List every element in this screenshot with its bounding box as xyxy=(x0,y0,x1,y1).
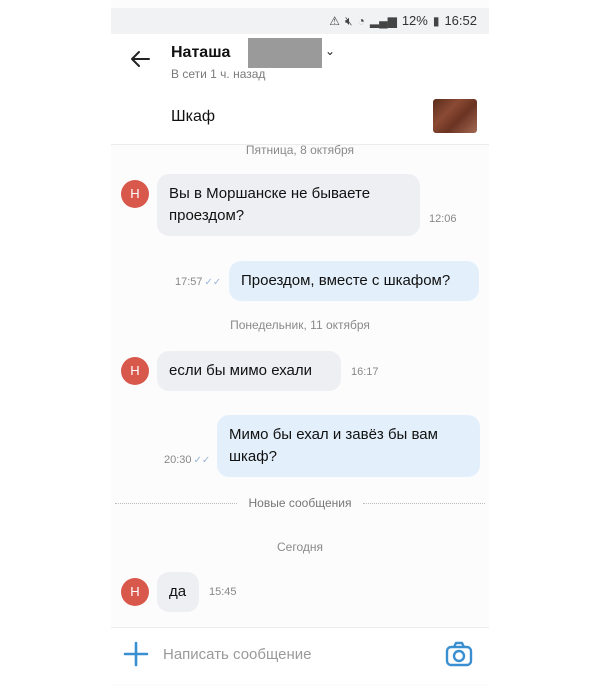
message-time-row: 17:57 ✓✓ xyxy=(175,276,221,288)
message-time: 15:45 xyxy=(209,586,237,598)
mute-icon: 🔇︎ xyxy=(345,14,353,28)
message-text: Вы в Моршанске не бываете проездом? xyxy=(169,185,371,224)
new-messages-label: Новые сообщения xyxy=(242,496,358,510)
new-messages-divider: Новые сообщения xyxy=(111,496,489,510)
listing-title[interactable]: Шкаф xyxy=(171,108,215,126)
date-separator: Пятница, 8 октября xyxy=(245,143,355,157)
message-input[interactable]: Написать сообщение xyxy=(163,646,312,663)
outgoing-message[interactable]: Мимо бы ехал и завёз бы вам шкаф? xyxy=(217,415,480,477)
listing-thumbnail[interactable] xyxy=(433,99,477,133)
avatar[interactable]: Н xyxy=(121,578,149,606)
message-time-row: 20:30 ✓✓ xyxy=(164,454,210,466)
wifi-icon: ◔ xyxy=(357,14,365,28)
message-time: 16:17 xyxy=(351,366,379,378)
message-time: 20:30 xyxy=(164,454,192,466)
message-text: если бы мимо ехали xyxy=(169,362,313,379)
read-checks-icon: ✓✓ xyxy=(204,277,222,288)
chat-header: Наташа ⌄ В сети 1 ч. назад xyxy=(111,34,489,91)
back-arrow-icon[interactable] xyxy=(129,48,151,70)
message-text: Мимо бы ехал и завёз бы вам шкаф? xyxy=(229,426,438,465)
battery-icon: ▮ xyxy=(432,14,440,28)
read-checks-icon: ✓✓ xyxy=(193,455,211,466)
date-separator: Сегодня xyxy=(277,540,323,554)
message-composer: Написать сообщение xyxy=(111,627,489,684)
redacted-surname xyxy=(248,38,322,68)
incoming-message[interactable]: да xyxy=(157,572,199,612)
avatar[interactable]: Н xyxy=(121,180,149,208)
signal-icon: ▂▄▆ xyxy=(369,14,397,28)
alert-icon: ⚠ xyxy=(329,14,341,28)
status-bar: ⚠ 🔇︎ ◔ ▂▄▆ 12% ▮ 16:52 xyxy=(111,8,489,34)
contact-name[interactable]: Наташа xyxy=(171,44,230,62)
incoming-message[interactable]: Вы в Моршанске не бываете проездом? xyxy=(157,174,420,236)
date-separator: Понедельник, 11 октября xyxy=(230,318,370,332)
camera-icon[interactable] xyxy=(445,640,473,668)
battery-percent: 12% xyxy=(401,13,428,28)
message-text: Проездом, вместе с шкафом? xyxy=(241,272,451,289)
listing-bar[interactable]: Шкаф xyxy=(111,90,489,145)
avatar[interactable]: Н xyxy=(121,357,149,385)
plus-icon[interactable] xyxy=(123,641,149,667)
status-icons: ⚠ 🔇︎ ◔ ▂▄▆ 12% ▮ 16:52 xyxy=(329,13,477,29)
message-time: 12:06 xyxy=(429,213,457,225)
chat-screen: ⚠ 🔇︎ ◔ ▂▄▆ 12% ▮ 16:52 Наташа ⌄ В сети 1… xyxy=(111,0,489,686)
chevron-down-icon[interactable]: ⌄ xyxy=(325,44,335,58)
incoming-message[interactable]: если бы мимо ехали xyxy=(157,351,341,391)
contact-status: В сети 1 ч. назад xyxy=(171,67,266,81)
message-text: да xyxy=(169,583,187,600)
message-time: 17:57 xyxy=(175,276,203,288)
outgoing-message[interactable]: Проездом, вместе с шкафом? xyxy=(229,261,479,301)
status-time: 16:52 xyxy=(444,13,477,28)
